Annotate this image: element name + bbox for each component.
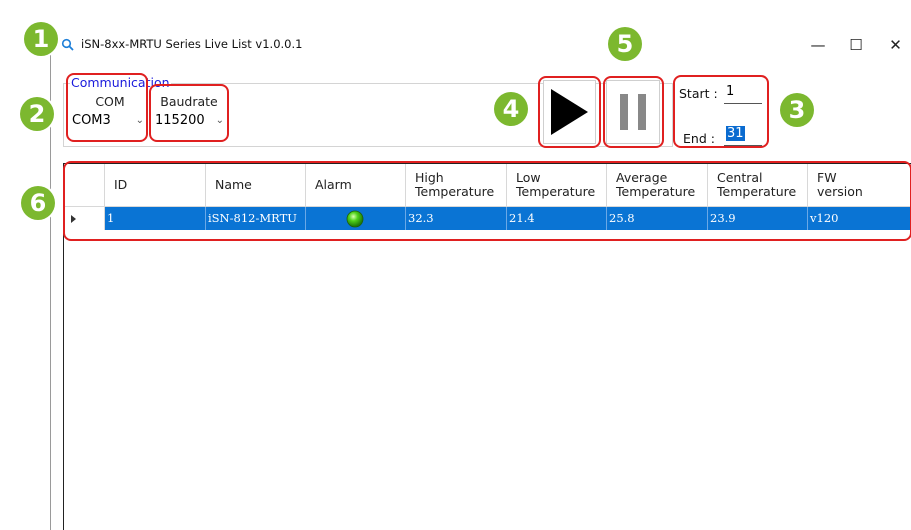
close-button[interactable]: ✕ [880,31,911,59]
badge-5: 5 [608,27,642,61]
highlight-play [538,76,601,148]
badge-1: 1 [24,22,58,56]
badge-4: 4 [494,92,528,126]
search-icon [61,38,74,51]
highlight-com [66,73,148,142]
highlight-start-end [673,75,769,148]
maximize-button[interactable]: ☐ [836,31,876,59]
highlight-pause [603,76,664,148]
badge-2: 2 [20,97,54,131]
minimize-button[interactable]: — [798,31,838,59]
badge-6: 6 [21,186,55,220]
highlight-baudrate [149,84,229,142]
highlight-grid [63,161,911,241]
badge-3: 3 [780,93,814,127]
window-title: iSN-8xx-MRTU Series Live List v1.0.0.1 [81,37,303,51]
